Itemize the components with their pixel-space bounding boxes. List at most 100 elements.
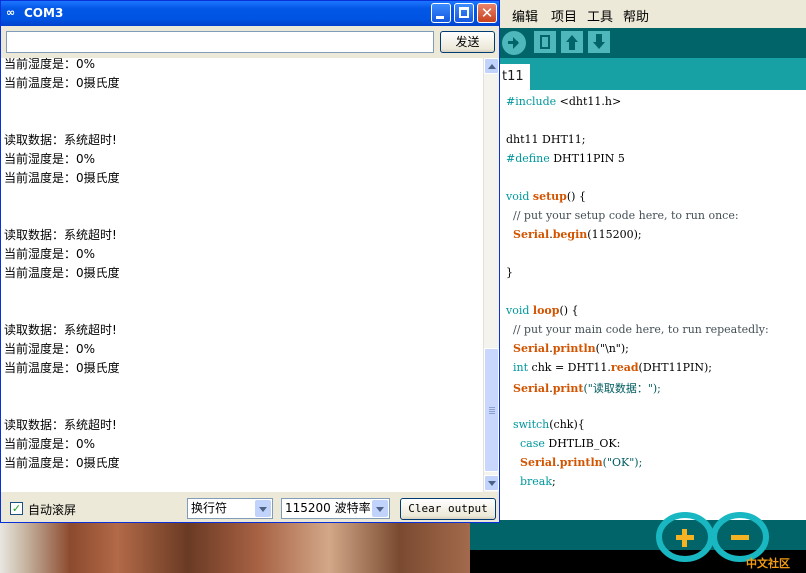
code-token: <dht11.h> [559,95,622,108]
serial-output-line: 当前湿度是：0% [4,247,96,261]
open-sketch-icon[interactable] [561,31,583,53]
serial-output-line: 当前湿度是：0% [4,342,96,356]
code-line: Serial.print("读取数据："); [506,380,661,396]
code-token: ("\n"); [595,342,629,355]
window-title: COM3 [24,6,64,20]
code-token: (115200); [587,228,642,241]
code-token: ("读取数据："); [583,382,661,395]
arduino-app-icon: ∞ [6,6,16,19]
code-line: Serial.println("\n"); [506,342,629,355]
code-token: #define [506,152,554,165]
code-line: // put your setup code here, to run once… [506,209,739,222]
vertical-scrollbar[interactable] [483,58,499,492]
code-line: dht11 DHT11; [506,133,586,146]
serial-output-line: 当前温度是：0摄氏度 [4,76,120,90]
serial-output-line: 当前湿度是：0% [4,437,96,451]
clear-output-button[interactable]: Clear output [400,498,496,520]
serial-output-line: 当前湿度是：0% [4,152,96,166]
minimize-button[interactable] [431,3,451,23]
code-token: void [506,304,533,317]
send-input[interactable] [6,31,434,53]
line-ending-value: 换行符 [191,501,228,515]
menu-sketch[interactable]: 项目 [551,6,577,25]
close-button[interactable]: ✕ [477,3,497,23]
code-line: Serial.println("OK"); [506,456,642,469]
serial-output-line: 当前温度是：0摄氏度 [4,361,120,375]
code-token: print [552,382,584,395]
code-token: Serial [520,456,557,469]
menu-help[interactable]: 帮助 [623,6,649,25]
background-photo [0,523,470,573]
code-token: ; [552,475,556,488]
save-sketch-icon[interactable] [588,31,610,53]
upload-arrow-icon[interactable] [502,31,526,55]
scroll-down-icon[interactable] [484,475,499,491]
serial-output-line: 当前温度是：0摄氏度 [4,266,120,280]
code-token: int [513,361,532,374]
code-token: #include [506,95,560,108]
new-sketch-icon[interactable] [534,31,556,53]
title-bar[interactable]: ∞ COM3 ✕ [1,1,499,26]
code-token: Serial [513,382,550,395]
send-button[interactable]: 发送 [440,31,495,53]
ide-menubar: 编辑 项目 工具 帮助 [470,0,806,29]
code-token: loop [532,304,560,317]
baud-rate-select[interactable]: 115200 波特率 [281,498,390,519]
serial-monitor-window: ∞ COM3 ✕ 发送 当前湿度是：0% 当前温度是：0摄氏度 读取数据：系统超时!… [0,0,500,523]
baud-rate-value: 115200 波特率 [285,501,371,515]
code-token: void [506,190,533,203]
code-line: Serial.begin(115200); [506,228,642,241]
code-token: setup [532,190,567,203]
code-line: case DHTLIB_OK: [506,437,620,450]
code-token: Serial [513,228,550,241]
code-token: DHTLIB_OK: [548,437,621,450]
code-editor[interactable]: #include <dht11.h> dht11 DHT11; #define DH… [500,90,806,520]
code-token: (chk){ [549,418,585,431]
serial-output-line: 当前湿度是：0% [4,58,96,71]
code-token: dht11 DHT11; [506,133,586,146]
serial-output-line: 当前温度是：0摄氏度 [4,171,120,185]
scroll-grip [489,407,495,408]
code-token: println [559,456,603,469]
scroll-up-icon[interactable] [484,58,499,74]
autoscroll-checkbox[interactable]: ✓ [10,502,23,515]
code-token: read [610,361,639,374]
code-line: break; [506,475,556,488]
arduino-ide-window: 编辑 项目 工具 帮助 t11 #include <dht11.h> dht11 … [470,0,806,573]
serial-output-line: 当前温度是：0摄氏度 [4,456,120,470]
code-line: switch(chk){ [506,418,585,431]
serial-output[interactable]: 当前湿度是：0% 当前温度是：0摄氏度 读取数据：系统超时! 当前湿度是：0% 当前温度… [1,58,483,492]
code-line: void loop() { [506,304,579,317]
serial-output-line: 读取数据：系统超时! [4,133,117,147]
maximize-icon [459,7,469,18]
code-line: // put your main code here, to run repea… [506,323,769,336]
code-token: (DHT11PIN); [638,361,712,374]
code-token: ("OK"); [602,456,643,469]
code-token: begin [552,228,588,241]
code-line: int chk = DHT11.read(DHT11PIN); [506,361,712,374]
code-token: DHT11PIN 5 [553,152,625,165]
code-token: println [552,342,596,355]
code-line: #define DHT11PIN 5 [506,152,625,165]
chevron-down-icon [255,500,271,517]
maximize-button[interactable] [454,3,474,23]
serial-output-line: 读取数据：系统超时! [4,323,117,337]
code-token: () { [559,304,579,317]
autoscroll-label: 自动滚屏 [28,503,77,517]
code-line: void setup() { [506,190,586,203]
menu-edit[interactable]: 编辑 [512,6,538,25]
chevron-down-icon [372,500,388,517]
ide-toolbar [470,28,806,58]
scroll-thumb[interactable] [484,348,499,472]
minimize-icon [436,16,444,19]
code-token: switch [513,418,550,431]
menu-tools[interactable]: 工具 [587,6,613,25]
code-line: #include <dht11.h> [506,95,621,108]
line-ending-select[interactable]: 换行符 [187,498,273,519]
